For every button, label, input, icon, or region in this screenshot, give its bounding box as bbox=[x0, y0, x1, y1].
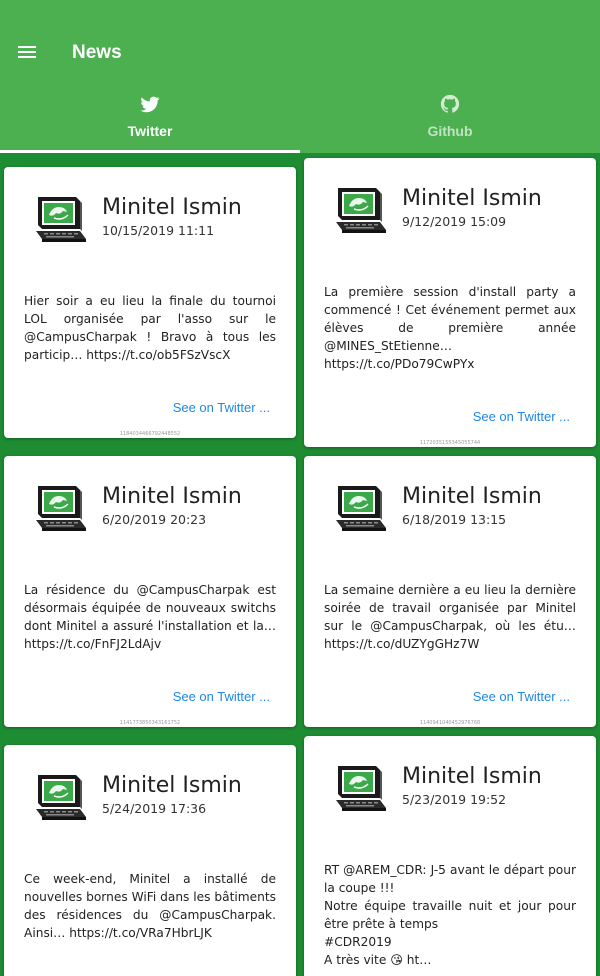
tweet-date: 10/15/2019 11:11 bbox=[102, 223, 215, 238]
tweet-id: 1141773850343161752 bbox=[119, 720, 181, 726]
computer-icon bbox=[332, 184, 388, 236]
tweet-text: Hier soir a eu lieu la finale du tournoi… bbox=[24, 294, 276, 362]
tweet-date: 6/20/2019 20:23 bbox=[102, 512, 207, 527]
tweet-id: 1184034466792448552 bbox=[119, 431, 181, 437]
tweet-card: Minitel Ismin 6/20/2019 20:23 La résiden… bbox=[4, 456, 296, 727]
see-on-twitter-link[interactable]: See on Twitter ... bbox=[173, 400, 270, 415]
see-on-twitter-link[interactable]: See on Twitter ... bbox=[473, 689, 570, 704]
tweet-author: Minitel Ismin bbox=[402, 764, 542, 789]
tweet-text: La résidence du @CampusCharpak est désor… bbox=[24, 583, 276, 651]
tweet-author: Minitel Ismin bbox=[102, 773, 242, 798]
tweet-text: La semaine dernière a eu lieu la dernièr… bbox=[324, 583, 576, 651]
tweet-text: Ce week-end, Minitel a installé de nouve… bbox=[24, 872, 276, 940]
computer-icon bbox=[32, 771, 88, 823]
tab-github[interactable]: Github bbox=[300, 86, 600, 153]
tweet-id: 1140941040452976768 bbox=[419, 720, 481, 726]
tweet-text: RT @AREM_CDR: J-5 avant le départ pour l… bbox=[324, 863, 576, 967]
tweet-card: Minitel Ismin 10/15/2019 11:11 Hier soir… bbox=[4, 167, 296, 438]
tweet-card: Minitel Ismin 5/23/2019 19:52 RT @AREM_C… bbox=[304, 736, 596, 976]
see-on-twitter-link[interactable]: See on Twitter ... bbox=[473, 409, 570, 424]
tweet-author: Minitel Ismin bbox=[402, 186, 542, 211]
tweet-date: 5/24/2019 17:36 bbox=[102, 801, 207, 816]
tweet-date: 9/12/2019 15:09 bbox=[402, 214, 507, 229]
github-icon bbox=[440, 94, 460, 113]
tweet-author: Minitel Ismin bbox=[102, 484, 242, 509]
tab-github-label: Github bbox=[427, 123, 473, 139]
tweet-date: 5/23/2019 19:52 bbox=[402, 792, 507, 807]
menu-icon[interactable] bbox=[14, 38, 42, 66]
tweet-date: 6/18/2019 13:15 bbox=[402, 512, 507, 527]
tab-twitter-label: Twitter bbox=[127, 123, 173, 139]
see-on-twitter-link[interactable]: See on Twitter ... bbox=[173, 689, 270, 704]
tweet-text: La première session d'install party a co… bbox=[324, 285, 576, 371]
app-bar: News Twitter Github bbox=[0, 0, 600, 153]
tweet-author: Minitel Ismin bbox=[102, 195, 242, 220]
tweet-author: Minitel Ismin bbox=[402, 484, 542, 509]
tweet-card: Minitel Ismin 9/12/2019 15:09 La premièr… bbox=[304, 158, 596, 447]
computer-icon bbox=[332, 482, 388, 534]
computer-icon bbox=[32, 482, 88, 534]
computer-icon bbox=[32, 193, 88, 245]
tweet-card: Minitel Ismin 5/24/2019 17:36 Ce week-en… bbox=[4, 745, 296, 976]
tweet-card: Minitel Ismin 6/18/2019 13:15 La semaine… bbox=[304, 456, 596, 727]
twitter-icon bbox=[140, 96, 160, 113]
tab-indicator bbox=[0, 150, 300, 153]
tweet-id: 1172035155345055744 bbox=[419, 440, 481, 446]
tab-twitter[interactable]: Twitter bbox=[0, 86, 300, 153]
computer-icon bbox=[332, 762, 388, 814]
app-title: News bbox=[72, 42, 122, 63]
